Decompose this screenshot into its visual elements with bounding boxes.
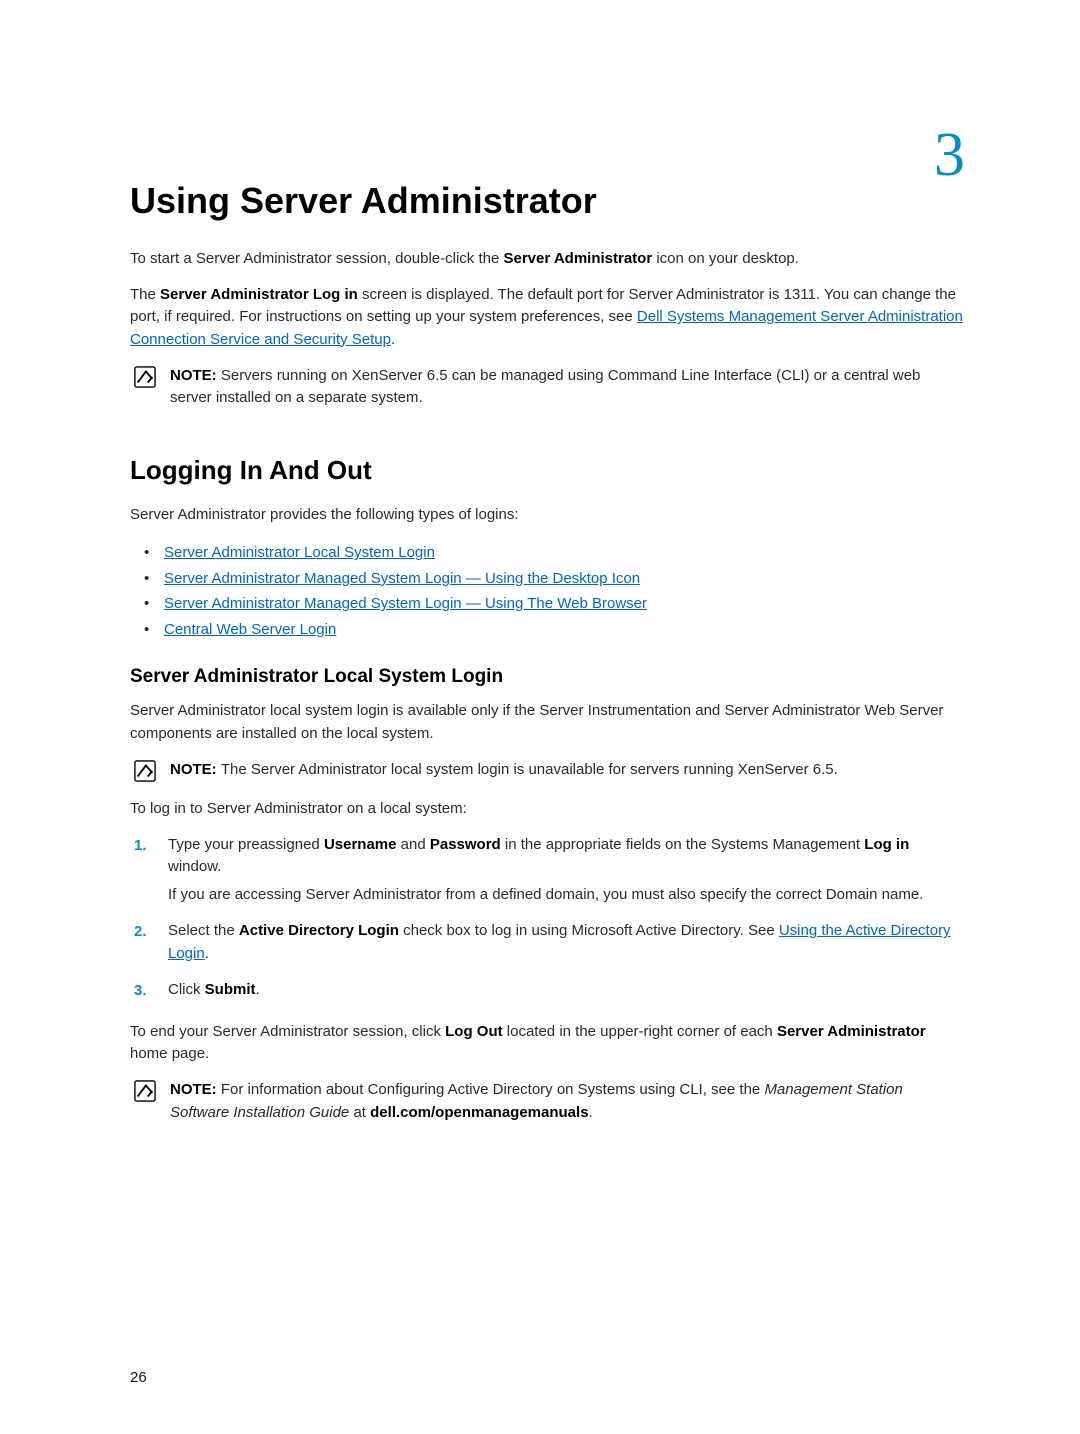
text: and	[396, 836, 429, 853]
step-item: 2. Select the Active Directory Login che…	[134, 920, 965, 970]
step-text: If you are accessing Server Administrato…	[168, 884, 965, 906]
note-text: NOTE: The Server Administrator local sys…	[170, 759, 838, 781]
note-label: NOTE:	[170, 367, 221, 384]
login-screen-label: Server Administrator Log in	[160, 286, 358, 303]
note-icon	[134, 366, 156, 388]
text: icon on your desktop.	[652, 250, 799, 267]
text: home page.	[130, 1045, 209, 1062]
login-type-link[interactable]: Server Administrator Managed System Logi…	[164, 570, 640, 587]
step-text: Select the Active Directory Login check …	[168, 920, 965, 964]
submit-label: Submit	[205, 981, 256, 998]
text: .	[589, 1104, 593, 1121]
note-block: NOTE: The Server Administrator local sys…	[130, 759, 965, 782]
note-text: NOTE: Servers running on XenServer 6.5 c…	[170, 365, 965, 409]
list-item: Server Administrator Local System Login	[150, 540, 965, 566]
text: To end your Server Administrator session…	[130, 1023, 445, 1040]
note-text: NOTE: For information about Configuring …	[170, 1079, 965, 1123]
text: .	[391, 331, 395, 348]
text: window.	[168, 858, 221, 875]
login-steps-intro: To log in to Server Administrator on a l…	[130, 798, 965, 820]
section-heading-logging: Logging In And Out	[130, 455, 965, 486]
page-title: Using Server Administrator	[130, 180, 965, 222]
text: .	[205, 945, 209, 962]
chapter-number: 3	[934, 120, 965, 191]
server-admin-label: Server Administrator	[504, 250, 653, 267]
text: The	[130, 286, 160, 303]
ad-login-label: Active Directory Login	[239, 922, 399, 939]
text: check box to log in using Microsoft Acti…	[399, 922, 779, 939]
subsection-heading-local-login: Server Administrator Local System Login	[130, 666, 965, 688]
step-text: Click Submit.	[168, 979, 260, 1001]
text: The Server Administrator local system lo…	[221, 761, 838, 778]
note-block: NOTE: Servers running on XenServer 6.5 c…	[130, 365, 965, 409]
text: Select the	[168, 922, 239, 939]
end-session-paragraph: To end your Server Administrator session…	[130, 1021, 965, 1065]
login-types-intro: Server Administrator provides the follow…	[130, 504, 965, 526]
page-number: 26	[130, 1369, 147, 1386]
url-label: dell.com/openmanagemanuals	[370, 1104, 588, 1121]
step-body: Select the Active Directory Login check …	[168, 920, 965, 970]
password-label: Password	[430, 836, 501, 853]
text: in the appropriate fields on the Systems…	[501, 836, 865, 853]
list-item: Server Administrator Managed System Logi…	[150, 591, 965, 617]
local-login-intro: Server Administrator local system login …	[130, 700, 965, 744]
text: at	[349, 1104, 370, 1121]
step-text: Type your preassigned Username and Passw…	[168, 834, 965, 878]
text: located in the upper-right corner of eac…	[503, 1023, 777, 1040]
step-body: Click Submit.	[168, 979, 260, 1007]
step-number: 2.	[134, 920, 150, 970]
note-icon	[134, 760, 156, 782]
note-icon	[134, 1080, 156, 1102]
step-number: 3.	[134, 979, 150, 1007]
note-label: NOTE:	[170, 1081, 221, 1098]
login-steps: 1. Type your preassigned Username and Pa…	[130, 834, 965, 1007]
text: To start a Server Administrator session,…	[130, 250, 504, 267]
note-label: NOTE:	[170, 761, 221, 778]
note-block: NOTE: For information about Configuring …	[130, 1079, 965, 1123]
intro-paragraph-2: The Server Administrator Log in screen i…	[130, 284, 965, 351]
login-label: Log in	[864, 836, 909, 853]
step-item: 1. Type your preassigned Username and Pa…	[134, 834, 965, 913]
text: For information about Configuring Active…	[221, 1081, 765, 1098]
login-type-link[interactable]: Central Web Server Login	[164, 621, 336, 638]
intro-paragraph-1: To start a Server Administrator session,…	[130, 248, 965, 270]
username-label: Username	[324, 836, 397, 853]
login-type-link[interactable]: Server Administrator Local System Login	[164, 544, 435, 561]
login-types-list: Server Administrator Local System Login …	[130, 540, 965, 642]
step-number: 1.	[134, 834, 150, 913]
server-admin-label: Server Administrator	[777, 1023, 926, 1040]
text: Type your preassigned	[168, 836, 324, 853]
list-item: Central Web Server Login	[150, 617, 965, 643]
logout-label: Log Out	[445, 1023, 502, 1040]
step-item: 3. Click Submit.	[134, 979, 965, 1007]
text: .	[256, 981, 260, 998]
login-type-link[interactable]: Server Administrator Managed System Logi…	[164, 595, 647, 612]
step-body: Type your preassigned Username and Passw…	[168, 834, 965, 913]
list-item: Server Administrator Managed System Logi…	[150, 566, 965, 592]
text: Click	[168, 981, 205, 998]
text: Servers running on XenServer 6.5 can be …	[170, 367, 920, 406]
